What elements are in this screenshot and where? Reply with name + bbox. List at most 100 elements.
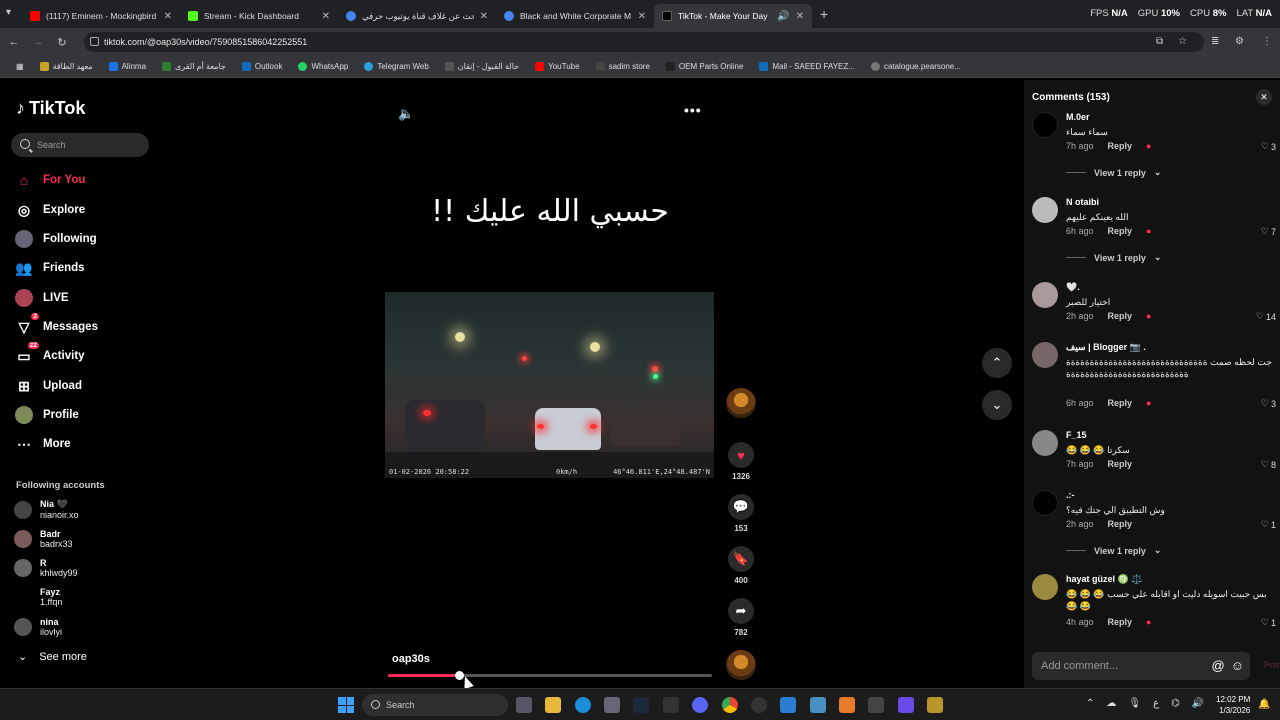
- reply-button[interactable]: Reply: [1108, 226, 1133, 236]
- comment-button[interactable]: 💬 153: [726, 494, 756, 533]
- nav-upload[interactable]: ⊞ Upload: [15, 376, 82, 396]
- nav-messages[interactable]: ▽ 2 Messages: [15, 313, 98, 337]
- taskbar-search[interactable]: Search: [362, 694, 508, 716]
- reload-icon[interactable]: ↻: [50, 36, 74, 49]
- app-icon[interactable]: [663, 697, 679, 713]
- bookmark-item[interactable]: Mail - SAEED FAYEZ...: [751, 62, 863, 71]
- see-more-button[interactable]: ⌄ See more: [18, 650, 87, 664]
- back-icon[interactable]: ←: [2, 36, 26, 48]
- following-account[interactable]: Badr badrx33: [14, 529, 73, 549]
- mention-icon[interactable]: @: [1212, 658, 1225, 673]
- browser-tab[interactable]: (1117) Eminem - Mockingbird ( ✕: [22, 4, 180, 28]
- comment-like-button[interactable]: ♡ 8: [1261, 459, 1276, 470]
- more-options-icon[interactable]: •••: [684, 102, 702, 118]
- microphone-icon[interactable]: 🎙: [1128, 698, 1141, 709]
- reply-button[interactable]: Reply: [1108, 617, 1133, 627]
- chrome-icon[interactable]: [722, 697, 738, 713]
- reply-button[interactable]: Reply: [1108, 141, 1133, 151]
- nav-activity[interactable]: ▭ 22 Activity: [15, 342, 85, 366]
- comment-author[interactable]: .:-: [1066, 490, 1075, 500]
- comment-author[interactable]: 🤍.: [1066, 282, 1080, 293]
- edge-icon[interactable]: [575, 697, 591, 713]
- following-account[interactable]: Fayz 1.ffqn: [14, 587, 62, 607]
- close-comments-button[interactable]: ✕: [1256, 89, 1272, 105]
- bookmark-item[interactable]: Telegram Web: [356, 62, 436, 71]
- comment-like-button[interactable]: ♡ 1: [1261, 519, 1276, 530]
- avatar[interactable]: [1032, 430, 1058, 456]
- next-video-button[interactable]: ⌄: [982, 390, 1012, 420]
- avatar[interactable]: [1032, 112, 1058, 138]
- install-icon[interactable]: ⧉: [1156, 36, 1163, 47]
- app-icon[interactable]: [839, 697, 855, 713]
- tab-search-icon[interactable]: ▾: [6, 7, 11, 18]
- obs-icon[interactable]: [751, 697, 767, 713]
- post-button[interactable]: Post: [1264, 660, 1280, 670]
- nav-explore[interactable]: ◎ Explore: [15, 200, 85, 220]
- bookmark-item[interactable]: Outlook: [234, 62, 291, 71]
- video-player[interactable]: 01-02-2026 20:58:22 0km/h 46°46.811'E,24…: [385, 292, 714, 478]
- keyboard-language-icon[interactable]: ع: [1153, 698, 1159, 709]
- windows-start-icon[interactable]: [338, 697, 354, 713]
- volume-icon[interactable]: 🔊: [1192, 698, 1204, 709]
- browser-tab[interactable]: Black and White Corporate M ✕: [496, 4, 654, 28]
- bookmark-item[interactable]: sadim store: [588, 62, 658, 71]
- close-tab-icon[interactable]: ✕: [322, 11, 330, 22]
- avatar[interactable]: [1032, 490, 1058, 516]
- nav-for-you[interactable]: ⌂ For You: [15, 170, 86, 190]
- wifi-icon[interactable]: ⌬: [1171, 698, 1180, 709]
- comment-like-button[interactable]: ♡ 7: [1261, 226, 1276, 237]
- comment-like-button[interactable]: ♡ 1: [1261, 617, 1276, 628]
- share-button[interactable]: ➦ 782: [726, 598, 756, 637]
- site-info-icon[interactable]: [90, 37, 99, 46]
- view-replies-button[interactable]: View 1 reply ⌄: [1066, 545, 1161, 556]
- comment-author[interactable]: N otaibi: [1066, 197, 1099, 207]
- extensions-icon[interactable]: ⚙: [1235, 36, 1244, 47]
- bookmark-item[interactable]: OEM Parts Online: [658, 62, 751, 71]
- apps-icon[interactable]: ▦: [8, 62, 32, 71]
- browser-tab[interactable]: Stream - Kick Dashboard ✕: [180, 4, 338, 28]
- nav-following[interactable]: Following: [15, 229, 97, 249]
- xbox-icon[interactable]: [868, 697, 884, 713]
- steam-icon[interactable]: [633, 697, 649, 713]
- bookmark-item[interactable]: catalogue.pearsone...: [863, 62, 969, 71]
- close-tab-icon[interactable]: ✕: [480, 11, 488, 22]
- nav-profile[interactable]: Profile: [15, 405, 79, 425]
- bookmark-item[interactable]: جامعة أم القرى: [154, 62, 234, 71]
- comment-author[interactable]: hayat güzel ♍️ ⚖️: [1066, 574, 1142, 585]
- save-button[interactable]: 🔖 400: [726, 546, 756, 585]
- music-disc-button[interactable]: [726, 650, 756, 680]
- bookmark-item[interactable]: YouTube: [527, 62, 587, 71]
- store-icon[interactable]: [604, 697, 620, 713]
- comment-author[interactable]: M.0er: [1066, 112, 1090, 122]
- speaker-icon[interactable]: 🔊: [777, 11, 789, 22]
- view-replies-button[interactable]: View 1 reply ⌄: [1066, 252, 1161, 263]
- chevron-up-icon[interactable]: ⌃: [1086, 698, 1094, 709]
- previous-video-button[interactable]: ⌃: [982, 348, 1012, 378]
- following-account[interactable]: Nia 🖤 nianoir.xo: [14, 499, 79, 520]
- video-progress-bar[interactable]: [388, 671, 712, 680]
- file-explorer-icon[interactable]: [545, 697, 561, 713]
- video-username[interactable]: oap30s: [392, 653, 430, 665]
- nav-live[interactable]: LIVE: [15, 288, 69, 308]
- taskbar-clock[interactable]: 12:02 PM 1/3/2026: [1216, 694, 1250, 716]
- comment-like-button[interactable]: ♡ 14: [1256, 311, 1276, 322]
- avatar[interactable]: [1032, 342, 1058, 368]
- comment-like-button[interactable]: ♡ 3: [1261, 398, 1276, 409]
- emoji-icon[interactable]: ☺: [1231, 658, 1244, 673]
- close-tab-icon[interactable]: ✕: [796, 11, 804, 22]
- view-replies-button[interactable]: View 1 reply ⌄: [1066, 167, 1161, 178]
- comment-author[interactable]: سيف | Blogger 📷 .: [1066, 342, 1146, 353]
- browser-tab-active[interactable]: TikTok - Make Your Day 🔊 ✕: [654, 4, 812, 28]
- app-icon[interactable]: [927, 697, 943, 713]
- task-view-icon[interactable]: [516, 697, 532, 713]
- add-comment-input[interactable]: Add comment... @ ☺: [1032, 652, 1250, 680]
- url-field[interactable]: tiktok.com/@oap30s/video/759085158604225…: [84, 32, 1204, 52]
- creator-avatar-button[interactable]: [726, 388, 756, 418]
- notification-icon[interactable]: 🔔: [1258, 699, 1270, 710]
- like-button[interactable]: ♥ 1326: [726, 442, 756, 481]
- following-account[interactable]: nina ilovlyi: [14, 617, 62, 637]
- avatar[interactable]: [1032, 574, 1058, 600]
- search-input[interactable]: Search: [11, 133, 149, 157]
- browser-tab[interactable]: بحث عن غلاف قناة يوتيوب حرفي ✕: [338, 4, 496, 28]
- bookmark-item[interactable]: حالة القبول - إتقان: [437, 62, 527, 71]
